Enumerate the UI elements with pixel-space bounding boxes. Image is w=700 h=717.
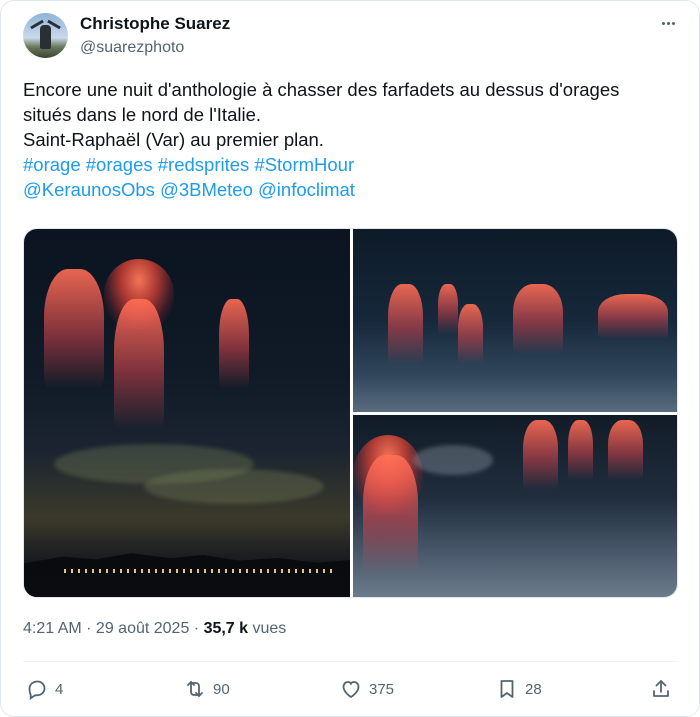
reply-icon: [28, 680, 46, 701]
mention-link[interactable]: @KeraunosObs: [23, 179, 155, 200]
tweet-metadata: 4:21 AM · 29 août 2025 · 35,7 k vues: [23, 620, 286, 638]
mention-link[interactable]: @3BMeteo: [160, 179, 253, 200]
bookmark-button[interactable]: 28: [495, 677, 542, 701]
hashtag-link[interactable]: #StormHour: [254, 154, 354, 175]
mention-link[interactable]: @infoclimat: [258, 179, 355, 200]
photo-sprites-closeup[interactable]: [353, 415, 677, 597]
share-icon: [653, 680, 669, 697]
tweet-line-1: Encore une nuit d'anthologie à chasser d…: [23, 79, 620, 100]
timestamp-time[interactable]: 4:21 AM: [23, 620, 82, 637]
repost-count: 90: [213, 680, 230, 698]
views-count: 35,7 k: [203, 620, 249, 637]
hashtag-link[interactable]: #redsprites: [158, 154, 250, 175]
repost-icon: [187, 681, 203, 697]
tweet-card: Christophe Suarez @suarezphoto Encore un…: [0, 0, 700, 717]
author-handle[interactable]: @suarezphoto: [80, 39, 184, 57]
bookmark-count: 28: [525, 680, 542, 698]
separator: ·: [81, 620, 96, 637]
heart-icon: [342, 681, 360, 699]
tweet-line-3: Saint-Raphaël (Var) au premier plan.: [23, 129, 324, 150]
repost-button[interactable]: 90: [183, 677, 230, 701]
share-button[interactable]: [649, 677, 673, 701]
separator: ·: [189, 620, 204, 637]
more-options-icon[interactable]: [657, 12, 679, 34]
avatar[interactable]: [23, 13, 68, 58]
hashtag-line: #orage #orages #redsprites #StormHour: [23, 152, 683, 177]
views-label: vues: [248, 620, 287, 637]
reply-count: 4: [55, 680, 64, 698]
like-button[interactable]: 375: [339, 677, 394, 701]
hashtag-link[interactable]: #orage: [23, 154, 81, 175]
author-name[interactable]: Christophe Suarez: [80, 14, 230, 34]
media-grid: [23, 228, 678, 598]
tweet-line-2: situés dans le nord de l'Italie.: [23, 104, 262, 125]
tweet-text: Encore une nuit d'anthologie à chasser d…: [23, 77, 683, 202]
reply-button[interactable]: 4: [25, 677, 63, 701]
photo-sprites-saint-raphael[interactable]: [24, 229, 350, 597]
divider: [23, 661, 679, 662]
mention-line: @KeraunosObs @3BMeteo @infoclimat: [23, 177, 683, 202]
bookmark-icon: [500, 680, 514, 698]
like-count: 375: [369, 680, 395, 698]
photo-sprites-row[interactable]: [353, 229, 677, 412]
timestamp-date[interactable]: 29 août 2025: [96, 620, 189, 637]
hashtag-link[interactable]: #orages: [86, 154, 153, 175]
